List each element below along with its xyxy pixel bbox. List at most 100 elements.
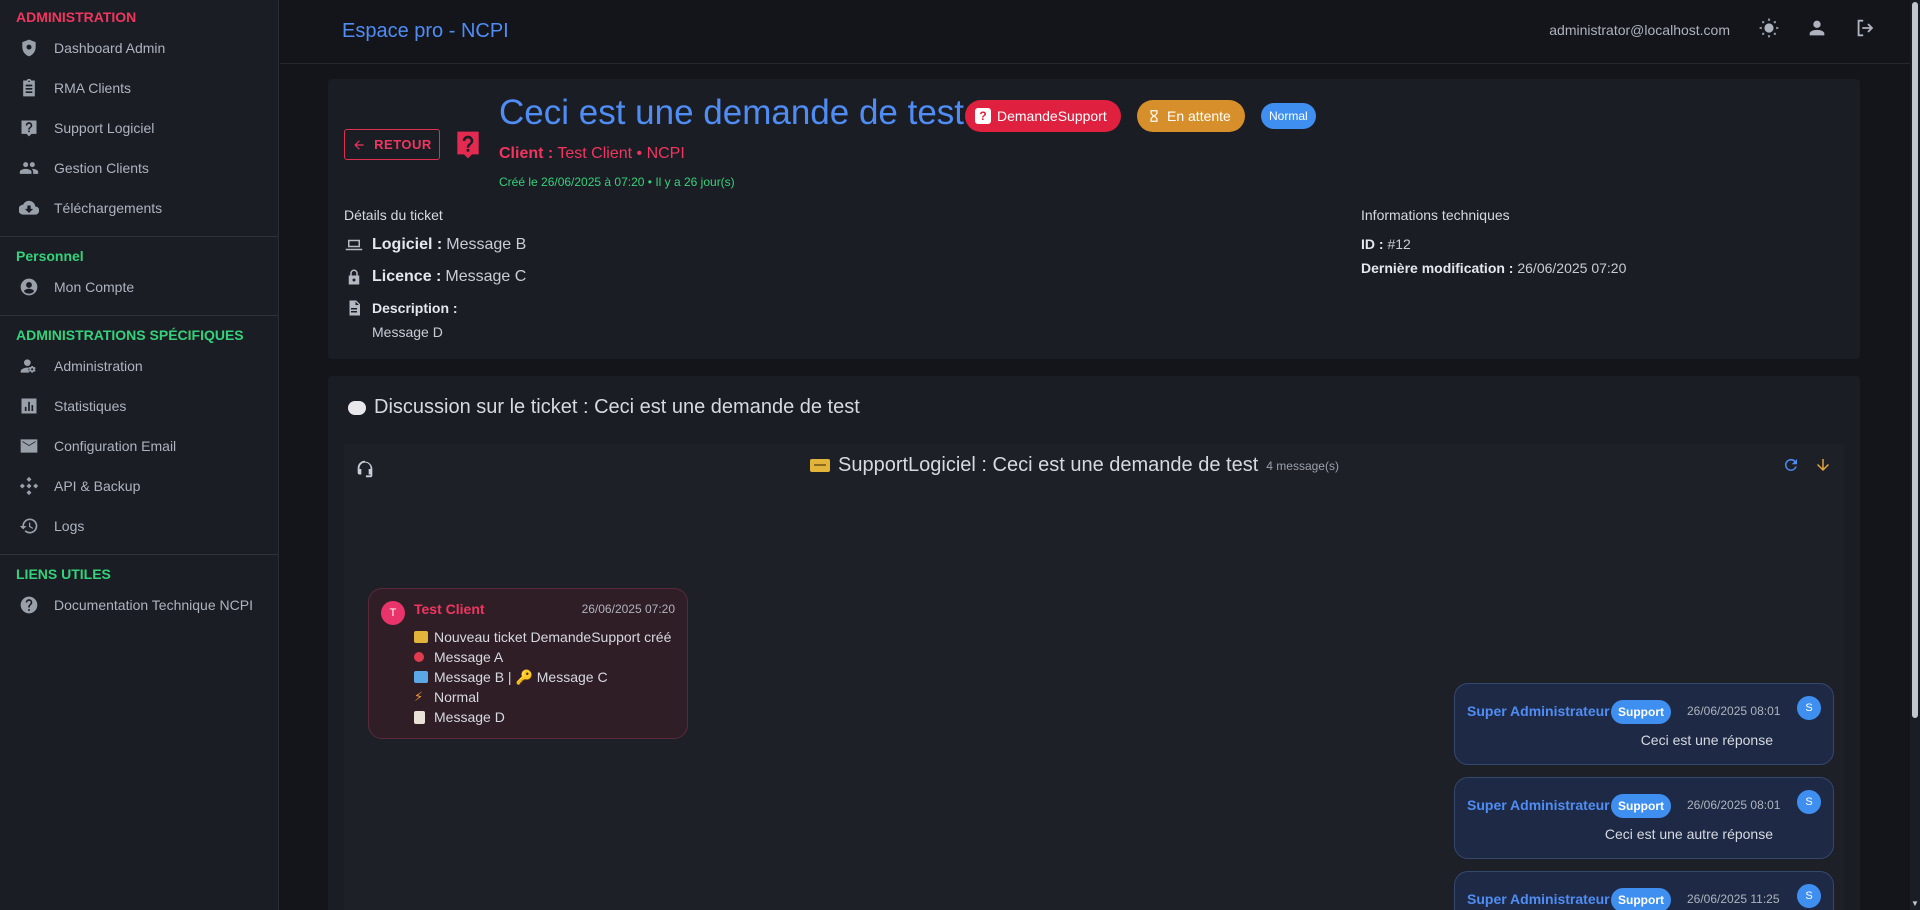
sidebar-item-dashboard-admin[interactable]: Dashboard Admin [0,28,278,68]
app-title[interactable]: Espace pro - NCPI [342,20,509,43]
detail-licence: Licence : Message C [344,267,526,287]
arrow-down-icon[interactable] [1814,456,1832,474]
sidebar-section-title: Personnel [16,248,84,264]
sidebar-item-label: Mon Compte [54,279,135,295]
computer-icon [414,671,428,683]
message-line: Message A [414,647,671,667]
people-icon [18,157,40,179]
sidebar-item-label: Gestion Clients [54,160,149,176]
sidebar-item-statistiques[interactable]: Statistiques [0,386,278,426]
sidebar-item-configuration-email[interactable]: Configuration Email [0,426,278,466]
mail-icon [18,435,40,457]
chat-title-text: SupportLogiciel : Ceci est une demande d… [838,454,1259,476]
sidebar-item-api-backup[interactable]: API & Backup [0,466,278,506]
detail-description: Description : [344,298,462,318]
message-support: Super Administrateur Support 26/06/2025 … [1454,871,1834,910]
top-bar-actions: administrator@localhost.com [1549,0,1876,60]
sidebar-divider [0,236,278,237]
sidebar-divider [0,315,278,316]
message-time: 26/06/2025 11:25 [1687,892,1780,906]
avatar: S [1797,790,1821,814]
help-box-icon [18,117,40,139]
sidebar-item-gestion-clients[interactable]: Gestion Clients [0,148,278,188]
ticket-client: Client : Test Client • NCPI [499,145,685,163]
account-circle-icon [18,276,40,298]
support-agent-icon [354,458,376,480]
refresh-icon[interactable] [1782,456,1800,474]
licence-label: Licence : [372,268,442,285]
sidebar-section-title: ADMINISTRATION [16,9,137,25]
ticket-type-label: DemandeSupport [997,108,1107,124]
message-line: Message B | 🔑 Message C [414,667,671,687]
message-line-text: Message A [434,649,504,665]
message-line: Nouveau ticket DemandeSupport créé [414,627,671,647]
message-time: 26/06/2025 08:01 [1687,704,1781,718]
chat-actions [1782,456,1832,474]
sidebar-item-label: RMA Clients [54,80,132,96]
sidebar-section-title: ADMINISTRATIONS SPÉCIFIQUES [16,327,244,343]
page-scrollbar[interactable]: ▼ [1910,0,1920,910]
discussion-title-text: Discussion sur le ticket : Ceci est une … [374,396,860,418]
description-label: Description : [372,300,458,316]
sidebar-item-logs[interactable]: Logs [0,506,278,546]
user-cog-icon [18,355,40,377]
message-text: Ceci est une réponse [1640,732,1773,748]
discussion-title: Discussion sur le ticket : Ceci est une … [348,396,860,419]
tech-id: ID : #12 [1361,236,1411,252]
sidebar-item-label: Configuration Email [54,438,177,454]
account-icon[interactable] [1806,17,1828,44]
sidebar-item-telechargements[interactable]: Téléchargements [0,188,278,228]
memo-icon [414,710,425,724]
back-button[interactable]: RETOUR [344,129,440,160]
message-count: 4 message(s) [1266,458,1339,473]
sidebar-item-label: Logs [54,518,85,534]
sidebar-item-support-logiciel[interactable]: Support Logiciel [0,108,278,148]
logout-icon[interactable] [1854,17,1876,44]
chat-title: SupportLogiciel : Ceci est une demande d… [810,454,1339,477]
sidebar: ADMINISTRATION Dashboard Admin RMA Clien… [0,0,279,910]
scroll-down-arrow-icon[interactable]: ▼ [1911,900,1919,908]
ticket-icon [810,459,830,472]
help-ticket-icon [452,127,484,163]
arrow-left-icon [354,139,364,150]
tech-modified: Dernière modification : 26/06/2025 07:20 [1361,260,1626,276]
sidebar-item-label: Support Logiciel [54,120,155,136]
client-value: Test Client • NCPI [557,145,685,162]
message-time: 26/06/2025 08:01 [1687,798,1781,812]
message-line: Message D [414,707,671,727]
pin-icon [414,652,424,662]
ticket-status-badge: En attente [1137,100,1245,132]
api-icon [18,475,40,497]
message-text: Ceci est une autre réponse [1604,826,1773,842]
tech-info-heading: Informations techniques [1361,207,1510,223]
sidebar-item-label: Documentation Technique NCPI [54,597,253,613]
theme-toggle-icon[interactable] [1758,17,1780,44]
message-line-text: Normal [434,689,480,705]
scrollbar-thumb[interactable] [1912,2,1918,718]
sidebar-item-mon-compte[interactable]: Mon Compte [0,267,278,307]
help-circle-icon [18,594,40,616]
message-line-text: Nouveau ticket DemandeSupport créé [434,629,672,645]
description-value: Message D [372,324,443,340]
sidebar-item-administration[interactable]: Administration [0,346,278,386]
sidebar-item-documentation[interactable]: Documentation Technique NCPI [0,585,278,625]
logiciel-label: Logiciel : [372,236,443,253]
discussion-card: Discussion sur le ticket : Ceci est une … [328,376,1860,910]
detail-logiciel: Logiciel : Message B [344,235,526,255]
ticket-card: RETOUR Ceci est une demande de test ? De… [328,79,1860,359]
sidebar-divider [0,554,278,555]
message-support: Super Administrateur Support 26/06/2025 … [1454,777,1834,859]
ticket-title: Ceci est une demande de test [499,93,965,132]
message-client: T Test Client 26/06/2025 07:20 Nouveau t… [368,588,688,739]
chart-box-icon [18,395,40,417]
sidebar-item-label: Téléchargements [54,200,163,216]
sidebar-item-label: Administration [54,358,143,374]
speech-bubble-icon [348,400,366,415]
sidebar-item-label: Statistiques [54,398,127,414]
message-line-text: Message D [434,709,505,725]
avatar: S [1797,884,1821,908]
avatar: T [381,601,405,625]
message-support: Super Administrateur Support 26/06/2025 … [1454,683,1834,765]
shield-gear-icon [18,37,40,59]
sidebar-item-rma-clients[interactable]: RMA Clients [0,68,278,108]
